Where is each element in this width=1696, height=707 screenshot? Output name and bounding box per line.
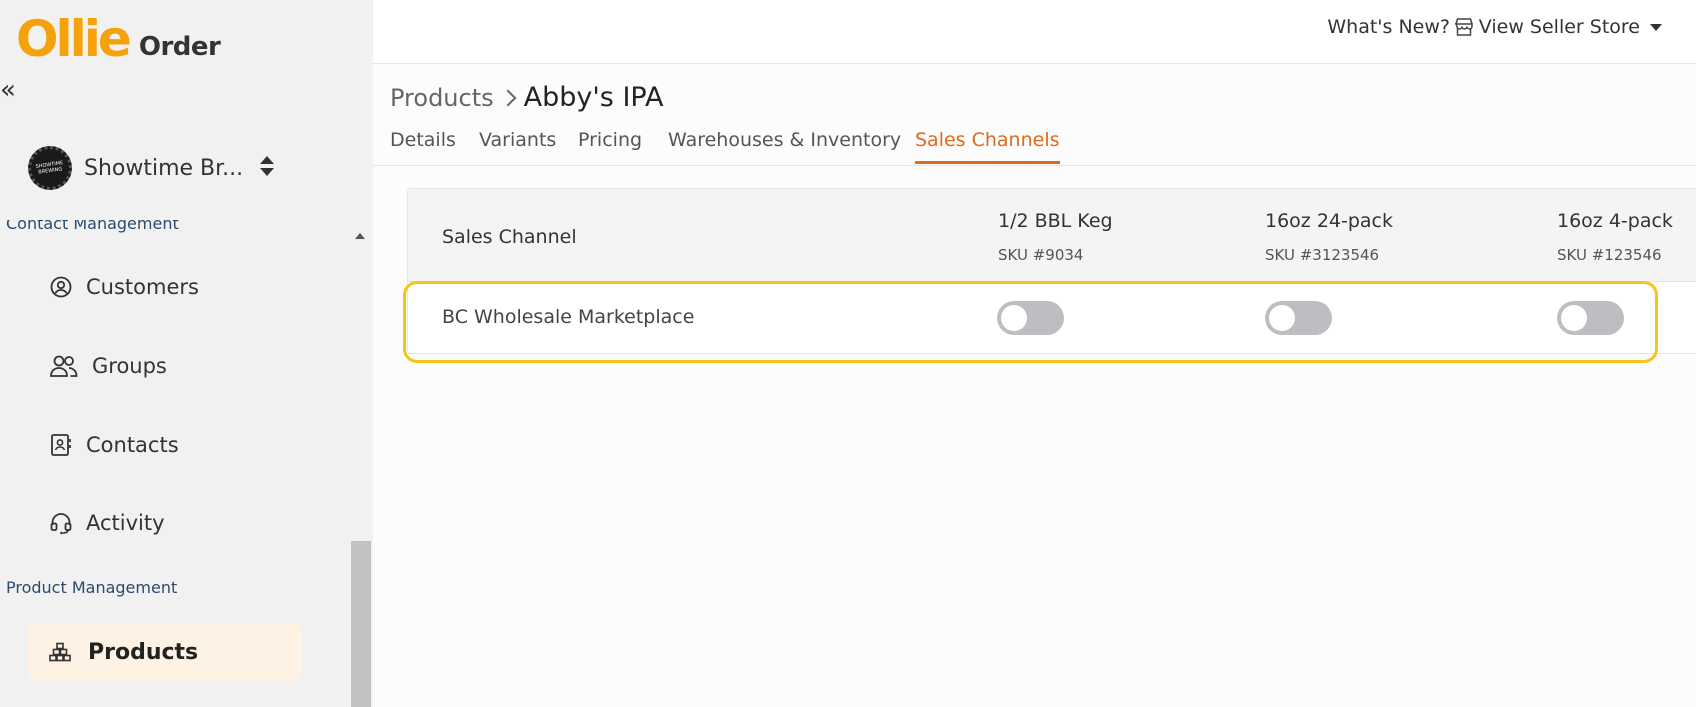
variant-name: 16oz 4-pack	[1557, 210, 1673, 232]
logo-brand: Ollie	[16, 10, 132, 68]
toggle-knob	[1561, 305, 1587, 331]
variant-name: 16oz 24-pack	[1265, 210, 1393, 232]
sidebar-item-products[interactable]: Products	[28, 623, 302, 681]
whats-new-link[interactable]: What's New?	[1327, 16, 1450, 38]
sidebar-item-label: Activity	[86, 511, 165, 535]
user-circle-icon	[48, 274, 74, 300]
account-switcher[interactable]: SHOWTIME BREWING Showtime Br...	[28, 146, 274, 190]
account-avatar: SHOWTIME BREWING	[28, 146, 72, 190]
ollie-order-logo[interactable]: Ollie Order	[16, 10, 221, 68]
column-header-variant: 1/2 BBL Keg SKU #9034	[998, 210, 1113, 264]
sidebar-item-label: Contacts	[86, 433, 179, 457]
toggle-knob	[1001, 305, 1027, 331]
column-header-variant: 16oz 4-pack SKU #123546	[1557, 210, 1673, 264]
tab-pricing[interactable]: Pricing	[578, 129, 642, 161]
column-header-sales-channel: Sales Channel	[442, 226, 577, 248]
tab-sales-channels[interactable]: Sales Channels	[915, 129, 1060, 164]
sales-channel-toggle[interactable]	[1557, 301, 1624, 335]
users-icon	[48, 353, 80, 379]
page-title: Abby's IPA	[523, 82, 664, 113]
collapse-sidebar-icon[interactable]: «	[0, 76, 24, 104]
sidebar-item-contacts[interactable]: Contacts	[48, 432, 179, 458]
chevron-down-icon[interactable]	[1650, 24, 1662, 31]
sidebar-scrollbar[interactable]	[350, 225, 371, 707]
sort-arrows-icon[interactable]	[260, 156, 274, 178]
tab-details[interactable]: Details	[390, 129, 456, 161]
table-header: Sales Channel 1/2 BBL Keg SKU #9034 16oz…	[408, 189, 1696, 282]
sales-channel-name: BC Wholesale Marketplace	[442, 306, 695, 328]
scrollbar-thumb[interactable]	[351, 541, 371, 707]
breadcrumb-products-link[interactable]: Products	[390, 84, 494, 112]
table-row: BC Wholesale Marketplace	[408, 282, 1696, 354]
sidebar-item-customers[interactable]: Customers	[48, 274, 199, 300]
sidebar-item-label: Groups	[92, 354, 167, 378]
breadcrumb: Products Abby's IPA	[390, 82, 663, 113]
column-header-variant: 16oz 24-pack SKU #3123546	[1265, 210, 1393, 264]
view-seller-store-button[interactable]: View Seller Store	[1479, 16, 1640, 38]
tab-variants[interactable]: Variants	[479, 129, 556, 161]
sales-channel-toggle[interactable]	[1265, 301, 1332, 335]
top-bar: What's New? View Seller Store	[373, 0, 1696, 64]
toggle-knob	[1269, 305, 1295, 331]
address-book-icon	[48, 432, 74, 458]
logo-product: Order	[138, 32, 221, 62]
chevron-right-icon	[499, 89, 517, 106]
sidebar-item-groups[interactable]: Groups	[48, 353, 167, 379]
product-tabs: Details Variants Pricing Warehouses & In…	[373, 124, 1696, 166]
store-icon	[1454, 17, 1474, 37]
headset-icon	[48, 510, 74, 536]
section-product-management: Product Management	[6, 578, 178, 597]
variant-sku: SKU #123546	[1557, 246, 1662, 264]
sidebar-item-activity[interactable]: Activity	[48, 510, 165, 536]
sidebar-item-label: Customers	[86, 275, 199, 299]
scroll-up-arrow-icon[interactable]	[355, 233, 365, 239]
variant-sku: SKU #9034	[998, 246, 1084, 264]
tab-warehouses-inventory[interactable]: Warehouses & Inventory	[668, 129, 901, 161]
account-name: Showtime Br...	[84, 155, 244, 181]
section-contact-management: Contact Management	[6, 214, 179, 233]
sidebar: Ollie Order « SHOWTIME BREWING Showtime …	[0, 0, 373, 707]
avatar-text: SHOWTIME BREWING	[35, 159, 64, 175]
sidebar-item-label: Products	[88, 639, 199, 665]
sales-channels-table: Sales Channel 1/2 BBL Keg SKU #9034 16oz…	[407, 188, 1696, 354]
variant-sku: SKU #3123546	[1265, 246, 1380, 264]
sales-channel-toggle[interactable]	[997, 301, 1064, 335]
boxes-icon	[48, 640, 72, 664]
variant-name: 1/2 BBL Keg	[998, 210, 1113, 232]
